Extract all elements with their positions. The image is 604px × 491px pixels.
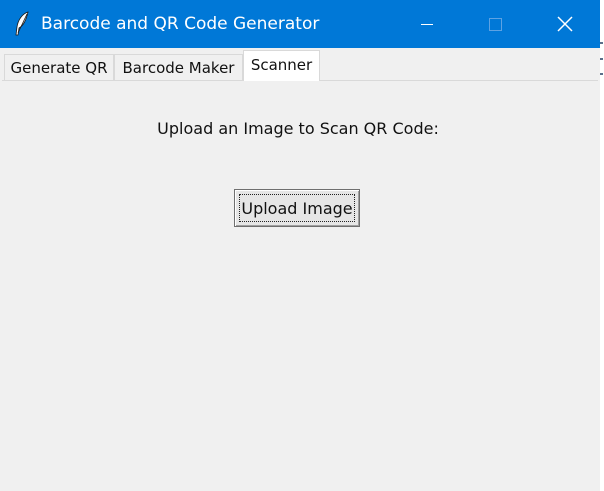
upload-button-label: Upload Image	[239, 194, 355, 222]
minimize-button[interactable]	[392, 0, 462, 48]
minimize-icon	[421, 24, 433, 25]
tab-generate-qr[interactable]: Generate QR	[4, 54, 114, 80]
scan-prompt-label: Upload an Image to Scan QR Code:	[157, 119, 439, 138]
maximize-icon	[489, 18, 502, 31]
background-fragment	[600, 58, 603, 60]
app-window: Barcode and QR Code Generator Generate Q…	[0, 0, 600, 491]
tab-scanner[interactable]: Scanner	[243, 50, 320, 81]
notebook-tabs: Generate QR Barcode Maker Scanner	[0, 48, 600, 82]
feather-icon	[13, 11, 33, 37]
background-fragment	[600, 42, 603, 44]
maximize-button[interactable]	[460, 0, 530, 48]
upload-image-button[interactable]: Upload Image	[234, 189, 360, 227]
close-icon	[557, 16, 573, 32]
window-title: Barcode and QR Code Generator	[41, 14, 320, 34]
tab-barcode-maker[interactable]: Barcode Maker	[114, 54, 243, 80]
scanner-panel: Upload an Image to Scan QR Code: Upload …	[0, 82, 600, 491]
title-bar[interactable]: Barcode and QR Code Generator	[0, 0, 600, 48]
background-fragment	[600, 73, 603, 75]
close-button[interactable]	[530, 0, 600, 48]
